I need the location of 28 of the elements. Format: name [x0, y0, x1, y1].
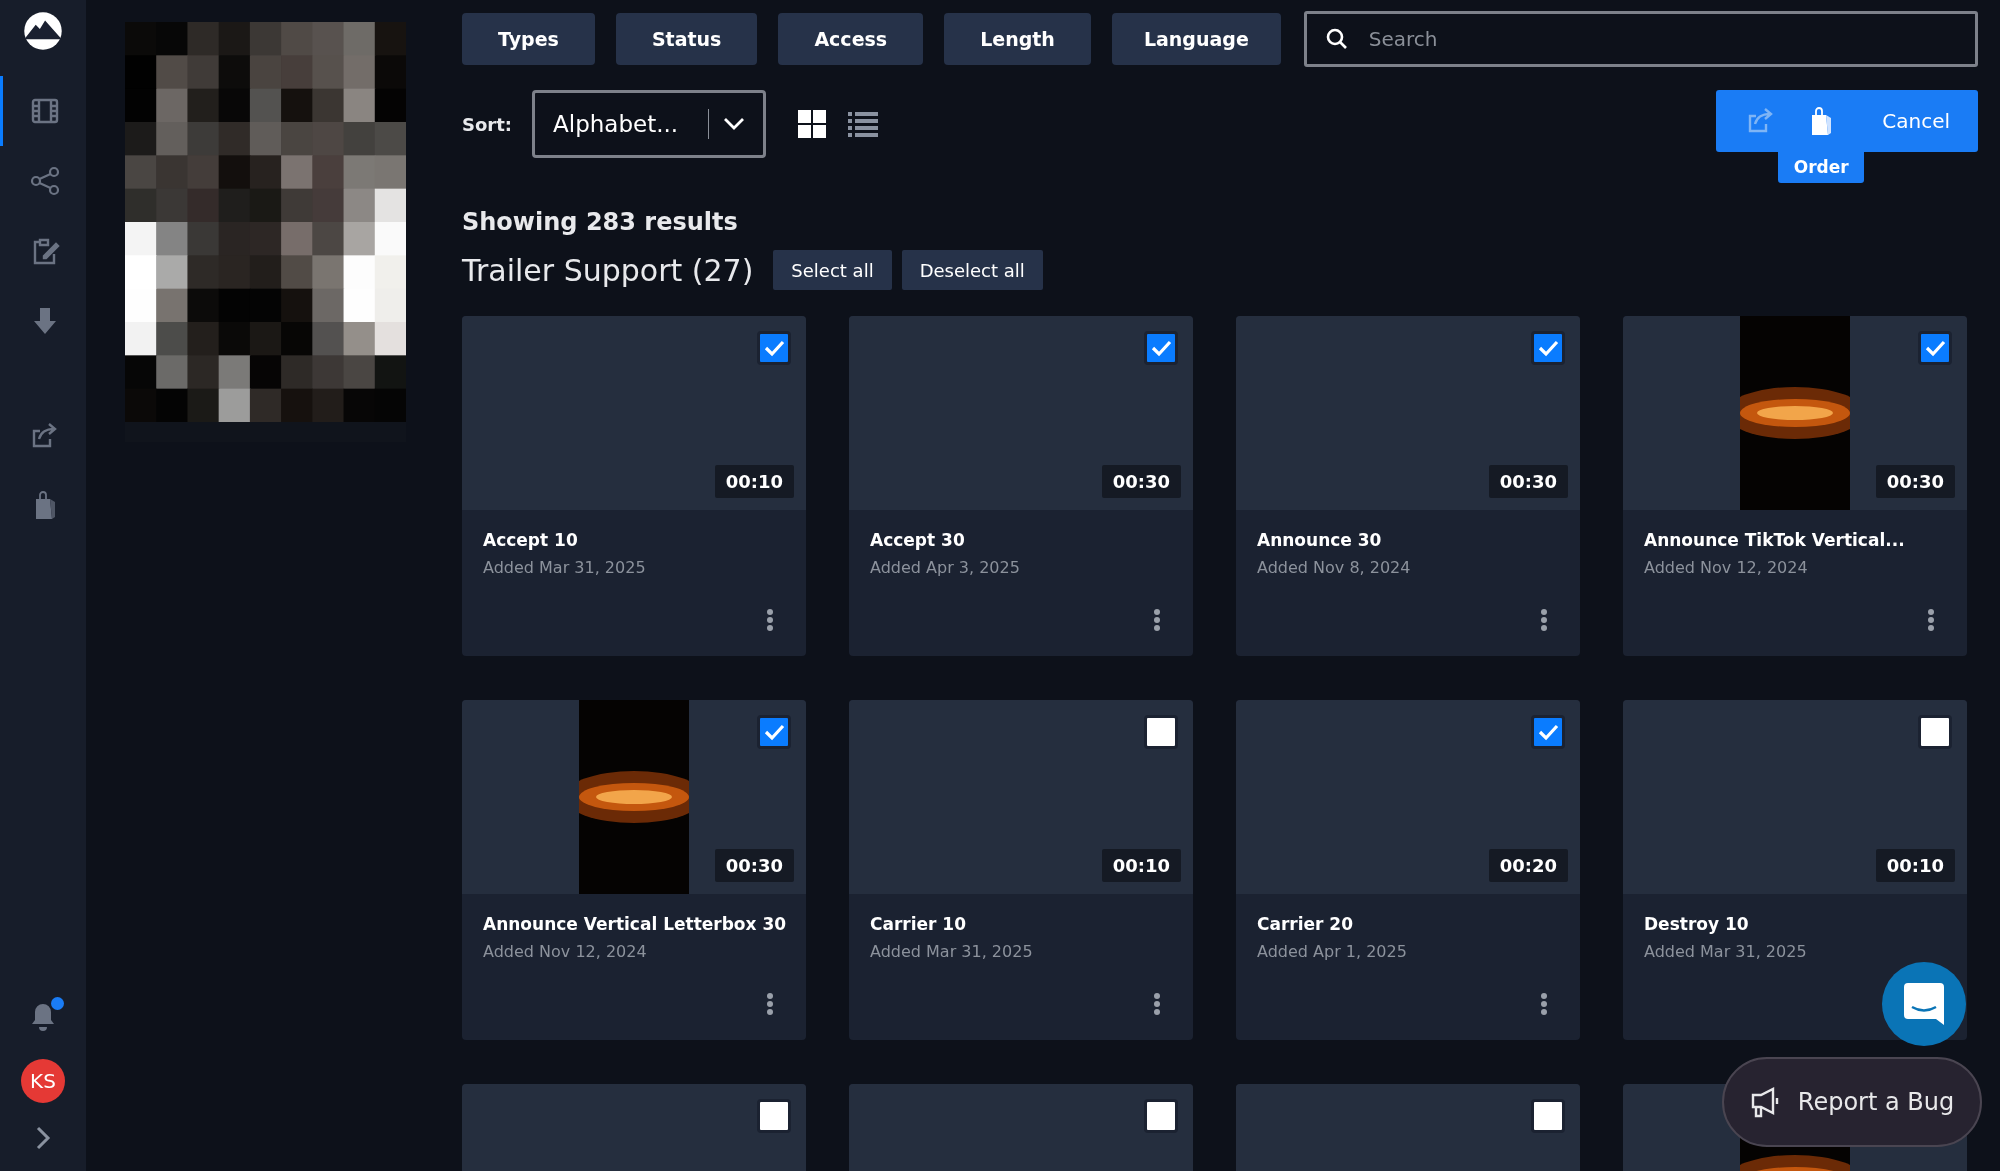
video-title: Carrier 20 — [1257, 914, 1355, 934]
tooltip: Order — [1778, 151, 1865, 183]
added-date: Added Mar 31, 2025 — [870, 942, 1034, 961]
duration-badge: 00:30 — [1488, 465, 1568, 498]
duration-badge: 00:30 — [714, 849, 794, 882]
video-title: Accept 30 — [870, 530, 966, 550]
duration-badge: 00:30 — [1101, 465, 1181, 498]
video-title: Carrier 10 — [870, 914, 968, 934]
group-title: Trailer Support (27) — [462, 252, 754, 288]
video-title: Announce Vertical Letterbox 30 — [483, 914, 785, 934]
added-date: Added Mar 31, 2025 — [483, 558, 647, 577]
video-title: Accept 10 — [483, 530, 579, 550]
video-title: Destroy 10 — [1644, 914, 1750, 934]
results-count: Showing 283 results — [462, 208, 739, 236]
duration-badge: 00:10 — [714, 465, 794, 498]
added-date: Added Mar 31, 2025 — [1644, 942, 1808, 961]
added-date: Added Nov 12, 2024 — [1644, 558, 1809, 577]
added-date: Added Apr 3, 2025 — [870, 558, 1021, 577]
sort-label: Sort: — [462, 113, 512, 135]
duration-badge: 00:10 — [1101, 849, 1181, 882]
added-date: Added Apr 1, 2025 — [1257, 942, 1408, 961]
duration-badge: 00:20 — [1488, 849, 1568, 882]
video-title: Announce 30 — [1257, 530, 1383, 550]
duration-badge: 00:30 — [1875, 465, 1955, 498]
duration-badge: 00:10 — [1875, 849, 1955, 882]
video-title: Announce TikTok Vertical... — [1644, 530, 1906, 550]
added-date: Added Nov 12, 2024 — [483, 942, 648, 961]
added-date: Added Nov 8, 2024 — [1257, 558, 1412, 577]
